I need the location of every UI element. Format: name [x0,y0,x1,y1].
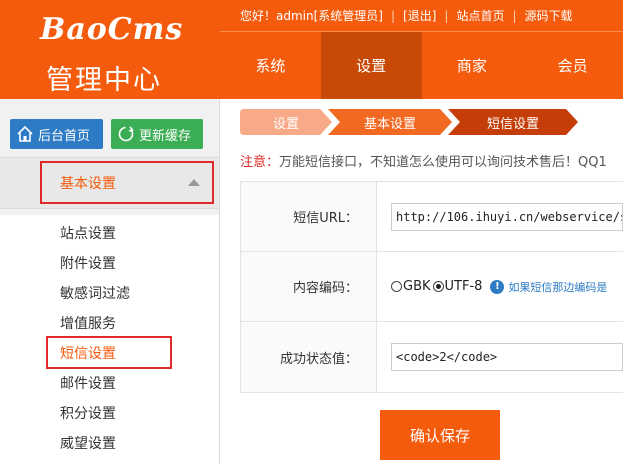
user-greeting: 您好！admin[系统管理员] [240,9,383,23]
sidebar-item-email[interactable]: 邮件设置 [60,373,116,393]
sms-settings-form: 短信URL： http://106.ihuyi.cn/webservice/sm… [240,181,623,393]
sidebar-item-value-added[interactable]: 增值服务 [60,313,116,333]
sidebar-group-basic: 基本设置 [0,157,219,209]
success-status-label: 成功状态值： [241,322,377,392]
info-icon: ! [490,279,505,294]
admin-home-button[interactable]: 后台首页 [10,119,103,149]
sms-highlight-box [46,336,172,369]
divider: | [390,8,396,23]
nav-item-merchants[interactable]: 商家 [422,32,523,99]
success-status-input[interactable]: <code>2</code> [391,343,623,371]
sidebar-item-site[interactable]: 站点设置 [60,223,116,243]
form-row-url: 短信URL： http://106.ihuyi.cn/webservice/sm… [241,182,623,252]
radio-circle [391,281,402,292]
form-value-cell: http://106.ihuyi.cn/webservice/sms.php? [377,182,623,251]
notice-text: 万能短信接口，不知道怎么使用可以询问技术售后！QQ1 [279,155,607,170]
sidebar-item-points[interactable]: 积分设置 [60,403,116,423]
save-button[interactable]: 确认保存 [380,410,500,460]
breadcrumb-item-basic[interactable]: 基本设置 [328,109,452,135]
logo-subtitle: 管理中心 [46,65,162,96]
sidebar-buttons: 后台首页 更新缓存 [10,119,203,149]
sidebar: 后台首页 更新缓存 基本设置 站点设置 附件设置 敏感词过滤 增值服务 短信设置… [0,99,220,464]
sidebar-group-toggle[interactable]: 基本设置 [40,161,214,204]
home-icon [16,125,34,143]
form-value-cell: <code>2</code> [377,322,623,392]
breadcrumb: 设置 基本设置 短信设置 [240,109,578,135]
sms-url-label: 短信URL： [241,182,377,251]
sidebar-item-sensitive-words[interactable]: 敏感词过滤 [60,283,130,303]
notice: 注意：万能短信接口，不知道怎么使用可以询问技术售后！QQ1 [240,151,607,170]
divider: | [512,8,517,23]
admin-home-label: 后台首页 [38,128,91,144]
breadcrumb-label: 基本设置 [363,116,416,132]
breadcrumb-label: 短信设置 [486,116,539,132]
encoding-radio-gbk[interactable]: GBK [391,279,431,294]
form-row-success: 成功状态值： <code>2</code> [241,322,623,392]
breadcrumb-label: 设置 [272,116,299,132]
encoding-radio-utf8[interactable]: UTF-8 [432,279,483,294]
sidebar-item-attachment[interactable]: 附件设置 [60,253,116,273]
radio-circle-checked [432,281,444,292]
header: BaoCms 管理中心 您好！admin[系统管理员] | [退出] | 站点首… [0,0,623,99]
main-content: 设置 基本设置 短信设置 注意：万能短信接口，不知道怎么使用可以询问技术售后！Q… [220,99,623,464]
sidebar-item-prestige[interactable]: 威望设置 [60,433,116,453]
breadcrumb-item-settings[interactable]: 设置 [240,109,332,135]
logout-link[interactable]: [退出] [403,7,436,24]
source-download-link[interactable]: 源码下载 [525,7,573,24]
logo-text: BaoCms [40,12,184,47]
form-row-encoding: 内容编码： GBK UTF-8 ! 如果短信那边编码是 [241,252,623,322]
nav-item-settings[interactable]: 设置 [320,32,422,99]
form-value-cell: GBK UTF-8 ! 如果短信那边编码是 [377,252,623,321]
breadcrumb-item-sms[interactable]: 短信设置 [448,109,578,135]
site-home-link[interactable]: 站点首页 [456,7,504,24]
refresh-cache-label: 更新缓存 [139,128,192,144]
nav-item-system[interactable]: 系统 [220,32,321,99]
chevron-up-icon [188,179,200,186]
logo: BaoCms 管理中心 [0,0,220,99]
refresh-cache-button[interactable]: 更新缓存 [111,119,203,149]
encoding-hint: ! 如果短信那边编码是 [490,279,607,295]
top-bar: 您好！admin[系统管理员] | [退出] | 站点首页 | 源码下载 [220,0,623,31]
main-nav: 系统 设置 商家 会员 [220,32,623,99]
notice-label: 注意： [240,155,280,170]
refresh-icon [117,125,135,143]
divider: | [444,8,449,23]
encoding-label: 内容编码： [241,252,377,321]
sms-url-input[interactable]: http://106.ihuyi.cn/webservice/sms.php? [391,202,623,231]
encoding-hint-text: 如果短信那边编码是 [508,280,608,294]
nav-item-members[interactable]: 会员 [522,32,623,99]
encoding-option-label: GBK [403,279,431,294]
encoding-option-label: UTF-8 [444,279,483,294]
sidebar-group-title: 基本设置 [60,175,116,192]
